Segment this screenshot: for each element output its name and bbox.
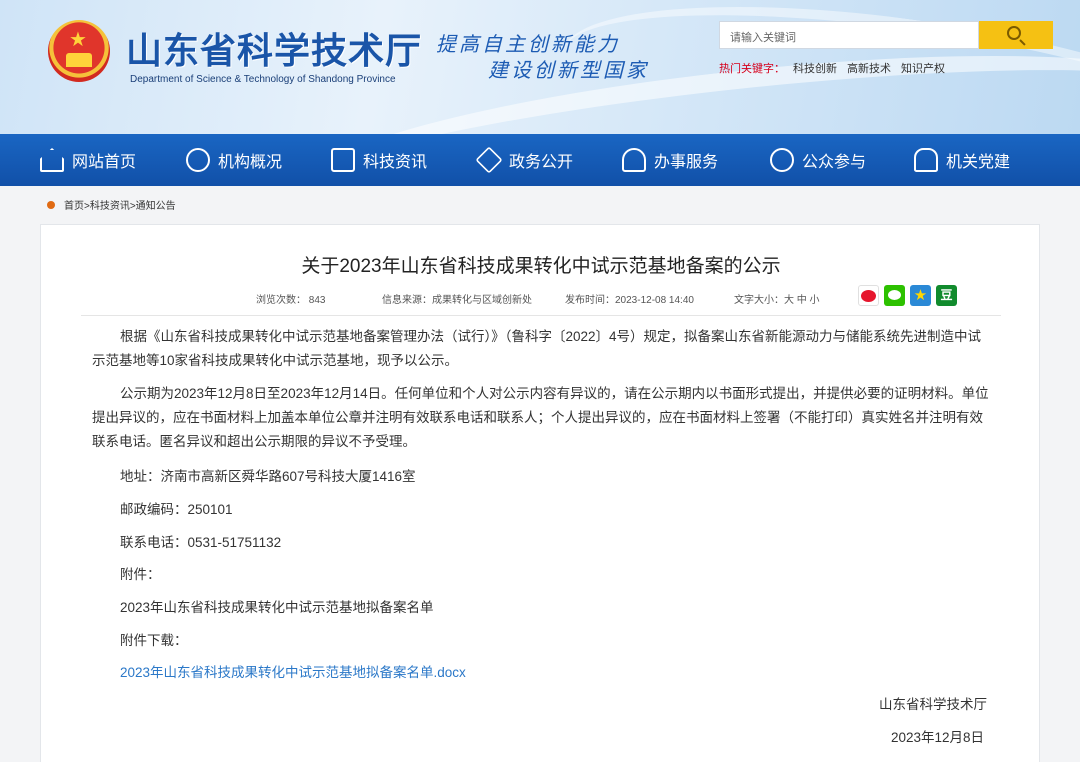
font-size-switch[interactable]: 文字大小：大 中 小 xyxy=(734,291,820,306)
publish-time: 发布时间：2023-12-08 14:40 xyxy=(565,295,694,306)
download-label: 附件下载： xyxy=(120,633,188,648)
hot-keywords-label: 热门关键字： xyxy=(719,63,785,75)
nav-label: 科技资讯 xyxy=(363,154,428,171)
attachment-download-link[interactable]: 2023年山东省科技成果转化中试示范基地拟备案名单.docx xyxy=(120,661,466,681)
nav-item-news[interactable]: 科技资讯 xyxy=(331,134,427,186)
nav-label: 办事服务 xyxy=(654,154,719,171)
article-title: 关于2023年山东省科技成果转化中试示范基地备案的公示 xyxy=(301,256,781,277)
nav-item-service[interactable]: 办事服务 xyxy=(622,134,718,186)
breadcrumb-text[interactable]: 首页>科技资讯>通知公告 xyxy=(64,197,176,212)
divider xyxy=(81,315,1001,316)
slogan-line1: 提高自主创新能力 xyxy=(436,32,620,56)
contact-address: 地址：济南市高新区舜华路607号科技大厦1416室 xyxy=(120,469,416,484)
nav-label: 网站首页 xyxy=(72,154,137,171)
user-service-icon xyxy=(622,148,646,172)
home-icon xyxy=(40,148,64,172)
nav-label: 公众参与 xyxy=(802,154,867,171)
atom-icon xyxy=(186,148,210,172)
signature: 山东省科学技术厅 xyxy=(879,697,987,712)
breadcrumb: 首页>科技资讯>通知公告 xyxy=(47,197,176,212)
nav-item-gov[interactable]: 政务公开 xyxy=(475,134,574,186)
search-icon xyxy=(1007,26,1021,40)
sign-date: 2023年12月8日 xyxy=(891,730,985,745)
paragraph-1: 根据《山东省科技成果转化中试示范基地备案管理办法（试行）》（鲁科字〔2022〕4… xyxy=(92,329,982,368)
nav-item-org[interactable]: 机构概况 xyxy=(186,134,282,186)
news-icon xyxy=(331,148,355,172)
info-source: 信息来源：成果转化与区域创新处 xyxy=(382,295,532,306)
nav-label: 机构概况 xyxy=(218,154,283,171)
nav-item-home[interactable]: 网站首页 xyxy=(40,134,136,186)
douban-icon[interactable]: 豆 xyxy=(936,285,957,306)
nav-label: 政务公开 xyxy=(509,154,574,171)
national-emblem-icon: ★ xyxy=(48,20,110,82)
header-banner: ★ 山东省科学技术厅 Department of Science & Techn… xyxy=(0,0,1080,134)
people-icon xyxy=(770,148,794,172)
hot-keywords: 热门关键字： 科技创新 高新技术 知识产权 xyxy=(719,60,955,76)
nav-item-public[interactable]: 公众参与 xyxy=(770,134,866,186)
hot-keyword-link[interactable]: 科技创新 xyxy=(793,63,837,75)
bullet-icon xyxy=(47,200,55,209)
search-button[interactable] xyxy=(979,21,1053,49)
weibo-icon[interactable] xyxy=(858,285,879,306)
attachment-label: 附件： xyxy=(120,567,161,582)
nav-item-party[interactable]: 机关党建 xyxy=(914,134,1010,186)
slogan-line2: 建设创新型国家 xyxy=(488,58,649,82)
main-nav: 网站首页 机构概况 科技资讯 政务公开 办事服务 公众参与 机关党建 xyxy=(0,134,1080,186)
party-icon xyxy=(914,148,938,172)
hot-keyword-link[interactable]: 高新技术 xyxy=(847,63,891,75)
view-count: 浏览次数： 843 xyxy=(256,295,326,306)
paragraph-2: 公示期为2023年12月8日至2023年12月14日。任何单位和个人对公示内容有… xyxy=(92,386,989,449)
search-input[interactable]: 请输入关键词 xyxy=(719,21,979,49)
contact-postcode: 邮政编码：250101 xyxy=(120,502,233,517)
wechat-icon[interactable] xyxy=(884,285,905,306)
contact-phone: 联系电话：0531-51751132 xyxy=(120,535,282,550)
attachment-name: 2023年山东省科技成果转化中试示范基地拟备案名单 xyxy=(120,600,434,615)
qzone-icon[interactable]: ★ xyxy=(910,285,931,306)
nav-label: 机关党建 xyxy=(946,154,1011,171)
site-title[interactable]: 山东省科学技术厅 xyxy=(126,22,422,74)
article-card: 关于2023年山东省科技成果转化中试示范基地备案的公示 浏览次数： 843 信息… xyxy=(40,224,1040,762)
hot-keyword-link[interactable]: 知识产权 xyxy=(901,63,945,75)
site-subtitle: Department of Science & Technology of Sh… xyxy=(130,74,396,85)
layers-icon xyxy=(475,146,503,174)
